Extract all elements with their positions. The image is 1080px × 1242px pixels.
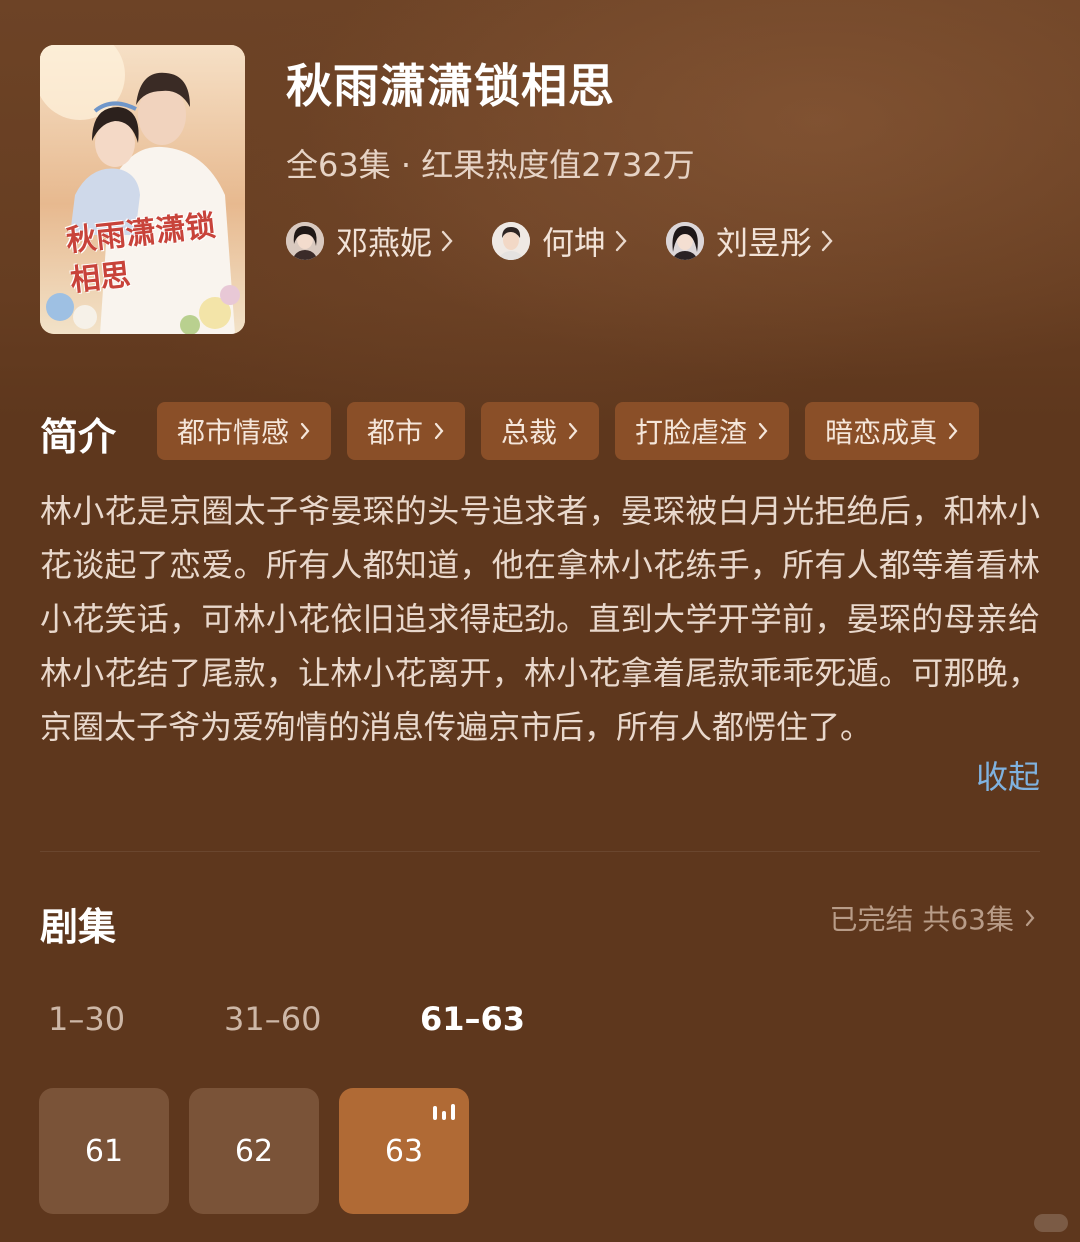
cast-item[interactable]: 何坤 <box>492 218 628 264</box>
now-playing-icon <box>433 1104 455 1120</box>
chevron-right-icon <box>948 422 958 440</box>
genre-tag[interactable]: 打脸虐渣 <box>615 402 790 460</box>
genre-tag-label: 暗恋成真 <box>825 416 938 449</box>
show-meta: 全63集 · 红果热度值2732万 <box>286 146 695 184</box>
tab-range-1-30[interactable]: 1–30 <box>48 1000 125 1038</box>
chevron-right-icon <box>300 422 310 440</box>
person-avatar-icon <box>286 222 324 260</box>
chevron-right-icon <box>615 230 627 252</box>
chevron-right-icon <box>1025 909 1035 927</box>
cast-name: 邓燕妮 <box>336 224 433 262</box>
show-title: 秋雨潇潇锁相思 <box>286 59 615 113</box>
episode-number: 63 <box>384 1133 424 1169</box>
chevron-right-icon <box>441 230 453 252</box>
episode-number: 61 <box>84 1133 124 1169</box>
genre-tag-label: 总裁 <box>501 416 558 449</box>
chevron-right-icon <box>821 230 833 252</box>
genre-tag-label: 打脸虐渣 <box>635 416 748 449</box>
episodes-status-label: 已完结 共63集 <box>829 903 1014 936</box>
episode-button-63[interactable]: 63 <box>339 1088 469 1214</box>
intro-heading: 简介 <box>40 415 117 459</box>
poster-image[interactable]: 秋雨潇潇锁相思 <box>40 45 245 334</box>
episode-number: 62 <box>234 1133 274 1169</box>
synopsis-text: 林小花是京圈太子爷晏琛的头号追求者，晏琛被白月光拒绝后，和林小花谈起了恋爱。所有… <box>40 492 1040 746</box>
chevron-right-icon <box>568 422 578 440</box>
episodes-status-link[interactable]: 已完结 共63集 <box>829 898 1036 938</box>
person-avatar-icon <box>492 222 531 260</box>
cast-list: 邓燕妮 何坤 刘昱彤 <box>286 218 872 264</box>
genre-tag-label: 都市 <box>367 416 424 449</box>
avatar <box>286 222 324 260</box>
episode-button-61[interactable]: 61 <box>39 1088 169 1214</box>
person-avatar-icon <box>666 222 705 260</box>
genre-tag[interactable]: 总裁 <box>481 402 600 460</box>
genre-tag-label: 都市情感 <box>177 416 290 449</box>
avatar <box>666 222 705 260</box>
avatar <box>492 222 531 260</box>
cast-item[interactable]: 邓燕妮 <box>286 218 454 264</box>
genre-tag[interactable]: 都市情感 <box>157 402 332 460</box>
tab-range-31-60[interactable]: 31–60 <box>224 1000 321 1038</box>
genre-tag[interactable]: 都市 <box>347 402 466 460</box>
episode-button-62[interactable]: 62 <box>189 1088 319 1214</box>
chevron-right-icon <box>758 422 768 440</box>
genre-tag[interactable]: 暗恋成真 <box>805 402 980 460</box>
tab-range-61-63[interactable]: 61–63 <box>420 1000 525 1038</box>
chevron-right-icon <box>434 422 444 440</box>
cast-item[interactable]: 刘昱彤 <box>666 218 834 264</box>
episodes-heading: 剧集 <box>40 905 117 949</box>
section-divider <box>40 851 1040 852</box>
watermark-logo <box>1034 1214 1068 1232</box>
cast-name: 刘昱彤 <box>716 224 813 262</box>
cast-name: 何坤 <box>542 224 607 262</box>
collapse-link[interactable]: 收起 <box>976 752 1040 798</box>
genre-tags: 都市情感 都市 总裁 打脸虐渣 暗恋成真 <box>157 402 995 460</box>
